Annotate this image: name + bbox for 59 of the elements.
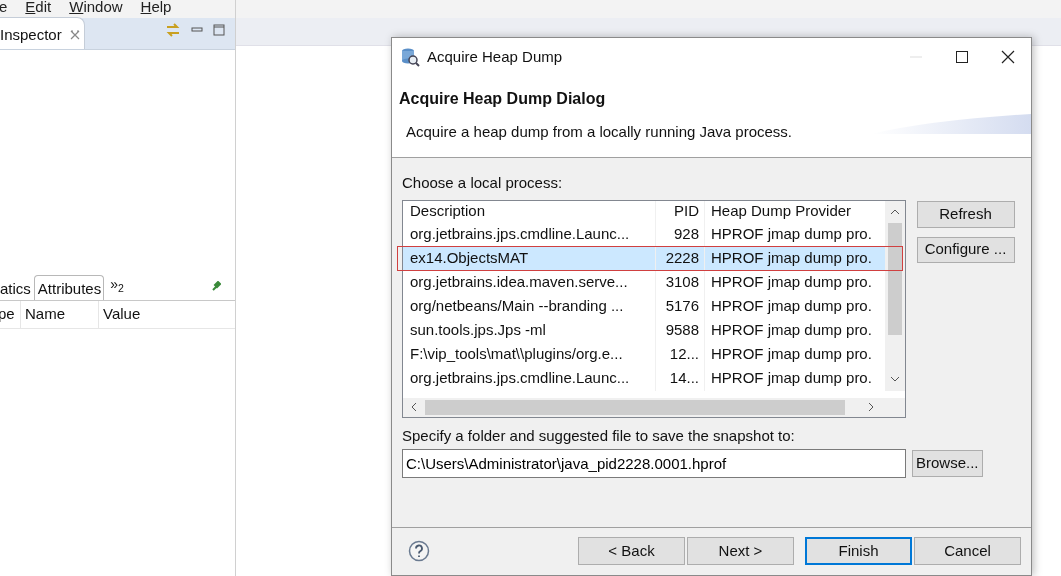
table-cell: org.jetbrains.jps.cmdline.Launc...: [403, 222, 656, 247]
table-cell-text: HPROF jmap dump pro.: [710, 344, 873, 365]
push-button[interactable]: Finish: [805, 537, 912, 565]
table-cell: sun.tools.jps.Jps -ml: [403, 318, 656, 343]
overflow-tabs[interactable]: »$_{2}$: [104, 278, 124, 296]
dialog-message: Acquire a heap dump from a locally running Java process.: [406, 122, 793, 143]
menu-item[interactable]: Edit: [25, 0, 52, 18]
table-cell: 5176: [656, 294, 705, 319]
table-cell: org.jetbrains.jps.cmdline.Launc...: [403, 366, 656, 391]
table-cell: 9588: [656, 318, 705, 343]
help-icon[interactable]: [408, 540, 430, 562]
table-row[interactable]: F:\vip_tools\mat\\plugins/org.e... 12... HPROF jmap dump pro.: [403, 342, 885, 367]
column-header[interactable]: PID: [656, 200, 705, 223]
link-arrows-icon: [165, 22, 181, 38]
push-button[interactable]: < Back: [578, 537, 685, 565]
database-search-icon: [400, 47, 420, 67]
maximize-icon: [213, 24, 225, 36]
table-row[interactable]: org/netbeans/Main --branding ... 5176 HPROF jmap dump pro.: [403, 294, 885, 319]
table-row[interactable]: org.jetbrains.jps.cmdline.Launc... 928 HPROF jmap dump pro.: [403, 222, 885, 247]
panel-tab[interactable]: atics: [0, 275, 33, 300]
field-label: Choose a local process:: [402, 173, 564, 193]
push-button[interactable]: Configure ...: [916, 236, 1015, 263]
table-cell: org/netbeans/Main --branding ...: [403, 294, 656, 319]
table-cell-text: HPROF jmap dump pro.: [710, 248, 873, 269]
column-header[interactable]: Description: [403, 200, 656, 223]
file-path-field[interactable]: C:\Users\Administrator\java_pid2228.0001.hprof: [402, 449, 906, 478]
table-cell: 14...: [656, 366, 705, 391]
dialog-heading: Acquire Heap Dump Dialog: [399, 89, 607, 109]
table-cell: 12...: [656, 342, 705, 367]
push-button[interactable]: Cancel: [914, 537, 1021, 565]
view-tab[interactable]: Inspector: [0, 17, 85, 49]
table-cell: 928: [656, 222, 705, 247]
column-header[interactable]: Heap Dump Provider: [705, 200, 885, 223]
field-label: Specify a folder and suggested file to save the snapshot to:: [402, 425, 796, 446]
minimize-icon: [191, 27, 203, 33]
push-button[interactable]: Next >: [687, 537, 794, 565]
table-cell: F:\vip_tools\mat\\plugins/org.e...: [403, 342, 656, 367]
push-button[interactable]: Refresh: [916, 200, 1015, 228]
menu-item[interactable]: Help: [140, 0, 172, 18]
browse-button[interactable]: Browse...: [912, 450, 983, 477]
column-header: Name: [21, 301, 99, 328]
table-cell-text: HPROF jmap dump pro.: [710, 296, 873, 317]
table-row[interactable]: ex14.ObjectsMAT 2228 HPROF jmap dump pro.: [403, 246, 885, 271]
table-row[interactable]: org.jetbrains.jps.cmdline.Launc... 14... HPROF jmap dump pro.: [403, 366, 885, 391]
table-cell-text: HPROF jmap dump pro.: [710, 368, 873, 389]
table-cell-text: HPROF jmap dump pro.: [710, 224, 873, 245]
pin-icon: [211, 281, 221, 291]
tab-label: Inspector: [0, 25, 62, 45]
table-cell: org.jetbrains.idea.maven.serve...: [403, 270, 656, 295]
table-row[interactable]: sun.tools.jps.Jps -ml 9588 HPROF jmap dump pro.: [403, 318, 885, 343]
table-cell-text: HPROF jmap dump pro.: [710, 272, 873, 293]
table-row[interactable]: org.jetbrains.idea.maven.serve... 3108 HPROF jmap dump pro.: [403, 270, 885, 295]
table-cell-text: HPROF jmap dump pro.: [710, 320, 873, 341]
window-title: Acquire Heap Dump: [427, 46, 563, 67]
table-cell: 3108: [656, 270, 705, 295]
menu-item[interactable]: Window: [69, 0, 123, 18]
column-header: Value: [102, 304, 142, 325]
panel-tab[interactable]: Attributes: [33, 274, 105, 300]
menu-item[interactable]: e: [0, 0, 8, 18]
